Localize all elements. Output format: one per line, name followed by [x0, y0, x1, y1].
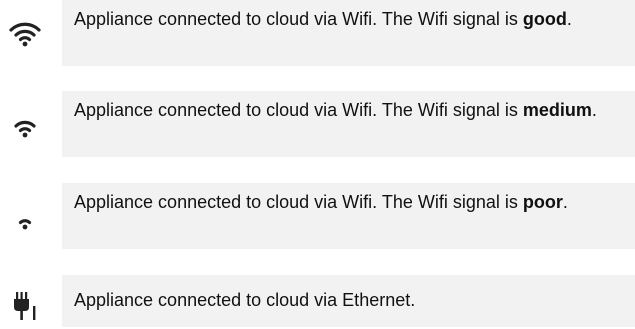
status-row-ethernet: Appliance connected to cloud via Etherne… [0, 275, 635, 329]
status-row-wifi-medium: Appliance connected to cloud via Wifi. T… [0, 91, 635, 157]
signal-strength: good [522, 9, 567, 29]
status-text-end: . [562, 192, 568, 212]
status-text: Appliance connected to cloud via Wifi. T… [74, 9, 523, 29]
status-description: Appliance connected to cloud via Wifi. T… [62, 0, 635, 66]
status-description: Appliance connected to cloud via Etherne… [62, 275, 635, 327]
signal-strength: medium [522, 100, 592, 120]
status-text: Appliance connected to cloud via Etherne… [74, 290, 416, 310]
status-description: Appliance connected to cloud via Wifi. T… [62, 183, 635, 249]
wifi-medium-icon [0, 105, 50, 145]
wifi-good-icon [0, 14, 50, 54]
ethernet-plug-icon [0, 285, 50, 325]
status-text-end: . [566, 9, 572, 29]
status-row-wifi-poor: Appliance connected to cloud via Wifi. T… [0, 183, 635, 249]
status-text: Appliance connected to cloud via Wifi. T… [74, 192, 523, 212]
status-text: Appliance connected to cloud via Wifi. T… [74, 100, 523, 120]
wifi-poor-icon [0, 197, 50, 237]
status-description: Appliance connected to cloud via Wifi. T… [62, 91, 635, 157]
status-text-end: . [591, 100, 597, 120]
status-row-wifi-good: Appliance connected to cloud via Wifi. T… [0, 0, 635, 66]
signal-strength: poor [522, 192, 563, 212]
